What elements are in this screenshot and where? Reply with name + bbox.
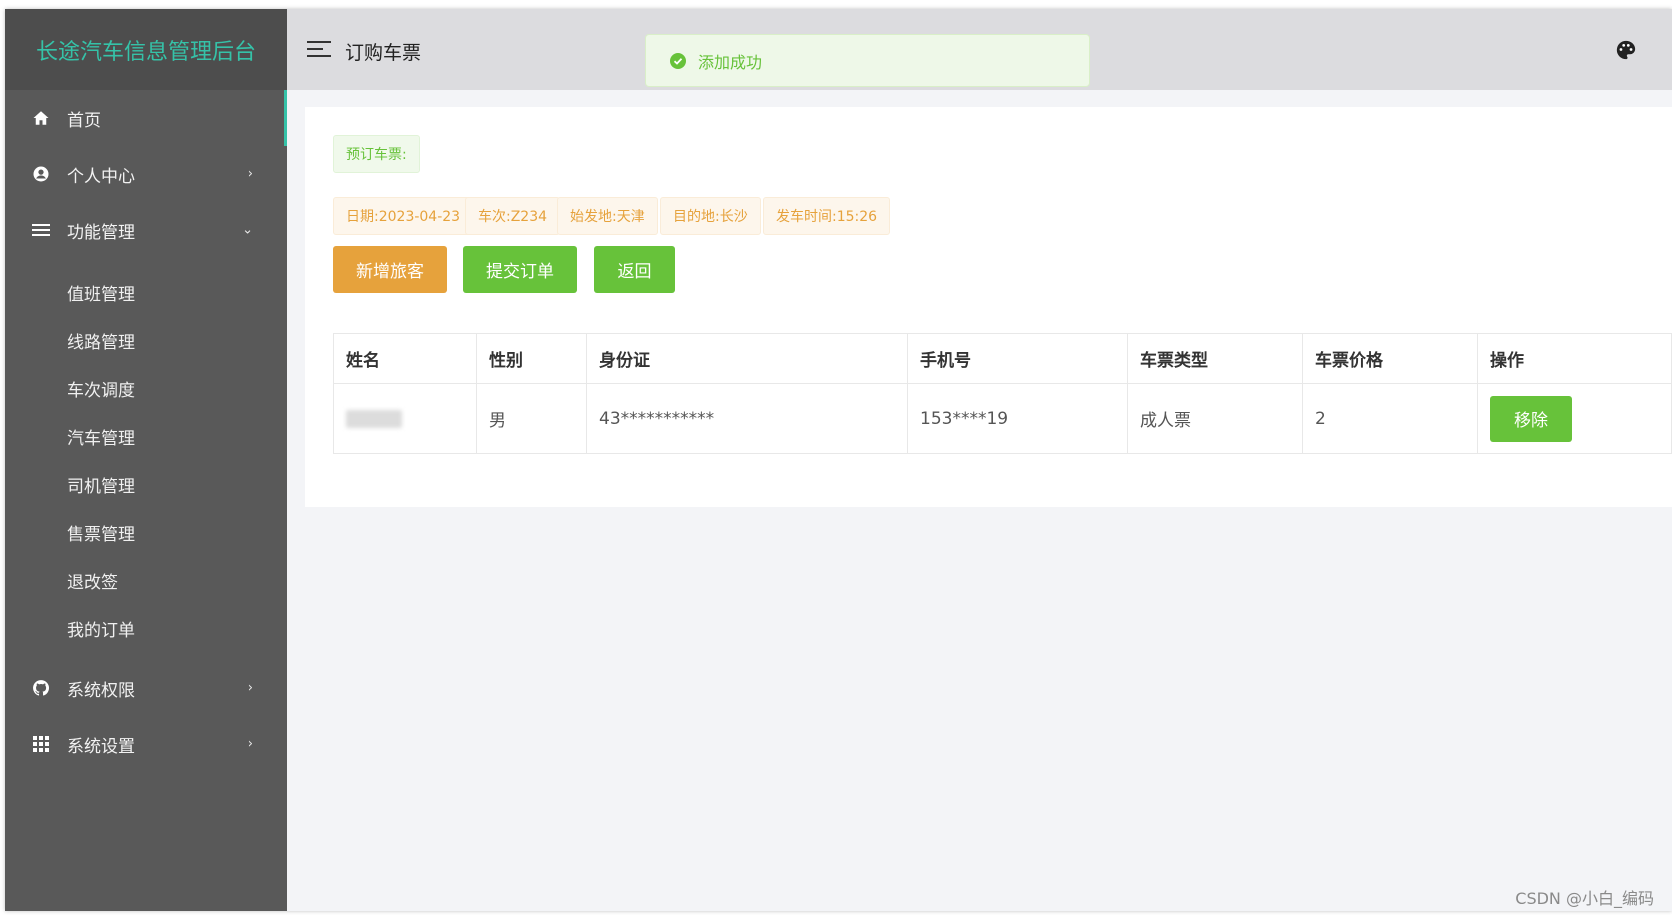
grid-icon — [31, 734, 51, 754]
sidebar-item-home[interactable]: 首页 — [5, 90, 287, 146]
table-header-row: 姓名 性别 身份证 手机号 车票类型 车票价格 操作 — [333, 333, 1672, 384]
submenu-item[interactable]: 线路管理 — [5, 316, 287, 364]
cell-gender: 男 — [476, 383, 587, 454]
sidebar-item-label: 系统设置 — [67, 736, 135, 757]
remove-button[interactable]: 移除 — [1490, 395, 1572, 442]
cell-name — [333, 383, 477, 454]
github-icon — [31, 678, 51, 698]
info-tag-destination: 目的地:长沙 — [660, 197, 761, 235]
booking-tag: 预订车票: — [333, 135, 420, 173]
app-window: 长途汽车信息管理后台 首页 个人中心 › 功能管理 ⌄ 值班管理 线路管理 车次… — [5, 9, 1672, 911]
menu-icon — [31, 220, 51, 240]
check-circle-icon — [670, 52, 686, 69]
column-header: 车票类型 — [1127, 333, 1303, 384]
submenu-item[interactable]: 值班管理 — [5, 268, 287, 316]
column-header: 性别 — [476, 333, 587, 384]
chevron-right-icon: › — [247, 736, 253, 752]
submenu-item[interactable]: 司机管理 — [5, 460, 287, 508]
hamburger-menu-icon[interactable] — [307, 41, 331, 59]
info-tag-departure: 发车时间:15:26 — [763, 197, 891, 235]
submenu-item[interactable]: 退改签 — [5, 556, 287, 604]
submit-order-button[interactable]: 提交订单 — [463, 246, 577, 293]
sidebar-item-settings[interactable]: 系统设置 › — [5, 716, 287, 772]
palette-icon[interactable] — [1615, 39, 1637, 61]
column-header: 车票价格 — [1302, 333, 1478, 384]
success-toast: 添加成功 — [645, 34, 1090, 87]
sidebar-item-functions[interactable]: 功能管理 ⌄ — [5, 202, 287, 258]
sidebar-item-label: 个人中心 — [67, 166, 135, 187]
submenu-item[interactable]: 汽车管理 — [5, 412, 287, 460]
cell-phone: 153****19 — [907, 383, 1128, 454]
cell-id-card: 43*********** — [586, 383, 908, 454]
sidebar-item-label: 首页 — [67, 110, 101, 131]
info-tag-origin: 始发地:天津 — [557, 197, 658, 235]
add-passenger-button[interactable]: 新增旅客 — [333, 246, 447, 293]
submenu-item[interactable]: 我的订单 — [5, 604, 287, 652]
booking-card: 预订车票: 日期:2023-04-23 车次:Z234 始发地:天津 目的地:长… — [305, 107, 1672, 507]
watermark: CSDN @小白_编码 — [1515, 889, 1654, 908]
app-logo-title: 长途汽车信息管理后台 — [5, 9, 287, 90]
chevron-right-icon: › — [247, 166, 253, 182]
column-header: 身份证 — [586, 333, 908, 384]
info-tag-date: 日期:2023-04-23 — [333, 197, 474, 235]
user-circle-icon — [31, 164, 51, 184]
cell-price: 2 — [1302, 383, 1478, 454]
redacted-name — [346, 409, 402, 428]
home-icon — [31, 108, 51, 128]
submenu-item[interactable]: 售票管理 — [5, 508, 287, 556]
functions-submenu: 值班管理 线路管理 车次调度 汽车管理 司机管理 售票管理 退改签 我的订单 — [5, 258, 287, 660]
table-row: 男 43*********** 153****19 成人票 2 移除 — [333, 383, 1672, 454]
page-title: 订购车票 — [345, 42, 422, 64]
sidebar-item-permissions[interactable]: 系统权限 › — [5, 660, 287, 716]
sidebar-item-label: 系统权限 — [67, 680, 135, 701]
back-button[interactable]: 返回 — [594, 246, 675, 293]
chevron-right-icon: › — [247, 680, 253, 696]
column-header: 姓名 — [333, 333, 477, 384]
column-header: 手机号 — [907, 333, 1128, 384]
toast-message: 添加成功 — [698, 52, 763, 72]
sidebar: 长途汽车信息管理后台 首页 个人中心 › 功能管理 ⌄ 值班管理 线路管理 车次… — [5, 9, 287, 911]
sidebar-item-label: 功能管理 — [67, 222, 135, 243]
passenger-table: 姓名 性别 身份证 手机号 车票类型 车票价格 操作 男 43*********… — [333, 333, 1672, 454]
submenu-item[interactable]: 车次调度 — [5, 364, 287, 412]
cell-ticket-type: 成人票 — [1127, 383, 1303, 454]
column-header: 操作 — [1477, 333, 1672, 384]
chevron-down-icon: ⌄ — [242, 222, 253, 238]
info-tag-train: 车次:Z234 — [465, 197, 561, 235]
sidebar-item-profile[interactable]: 个人中心 › — [5, 146, 287, 202]
cell-action: 移除 — [1477, 383, 1672, 454]
